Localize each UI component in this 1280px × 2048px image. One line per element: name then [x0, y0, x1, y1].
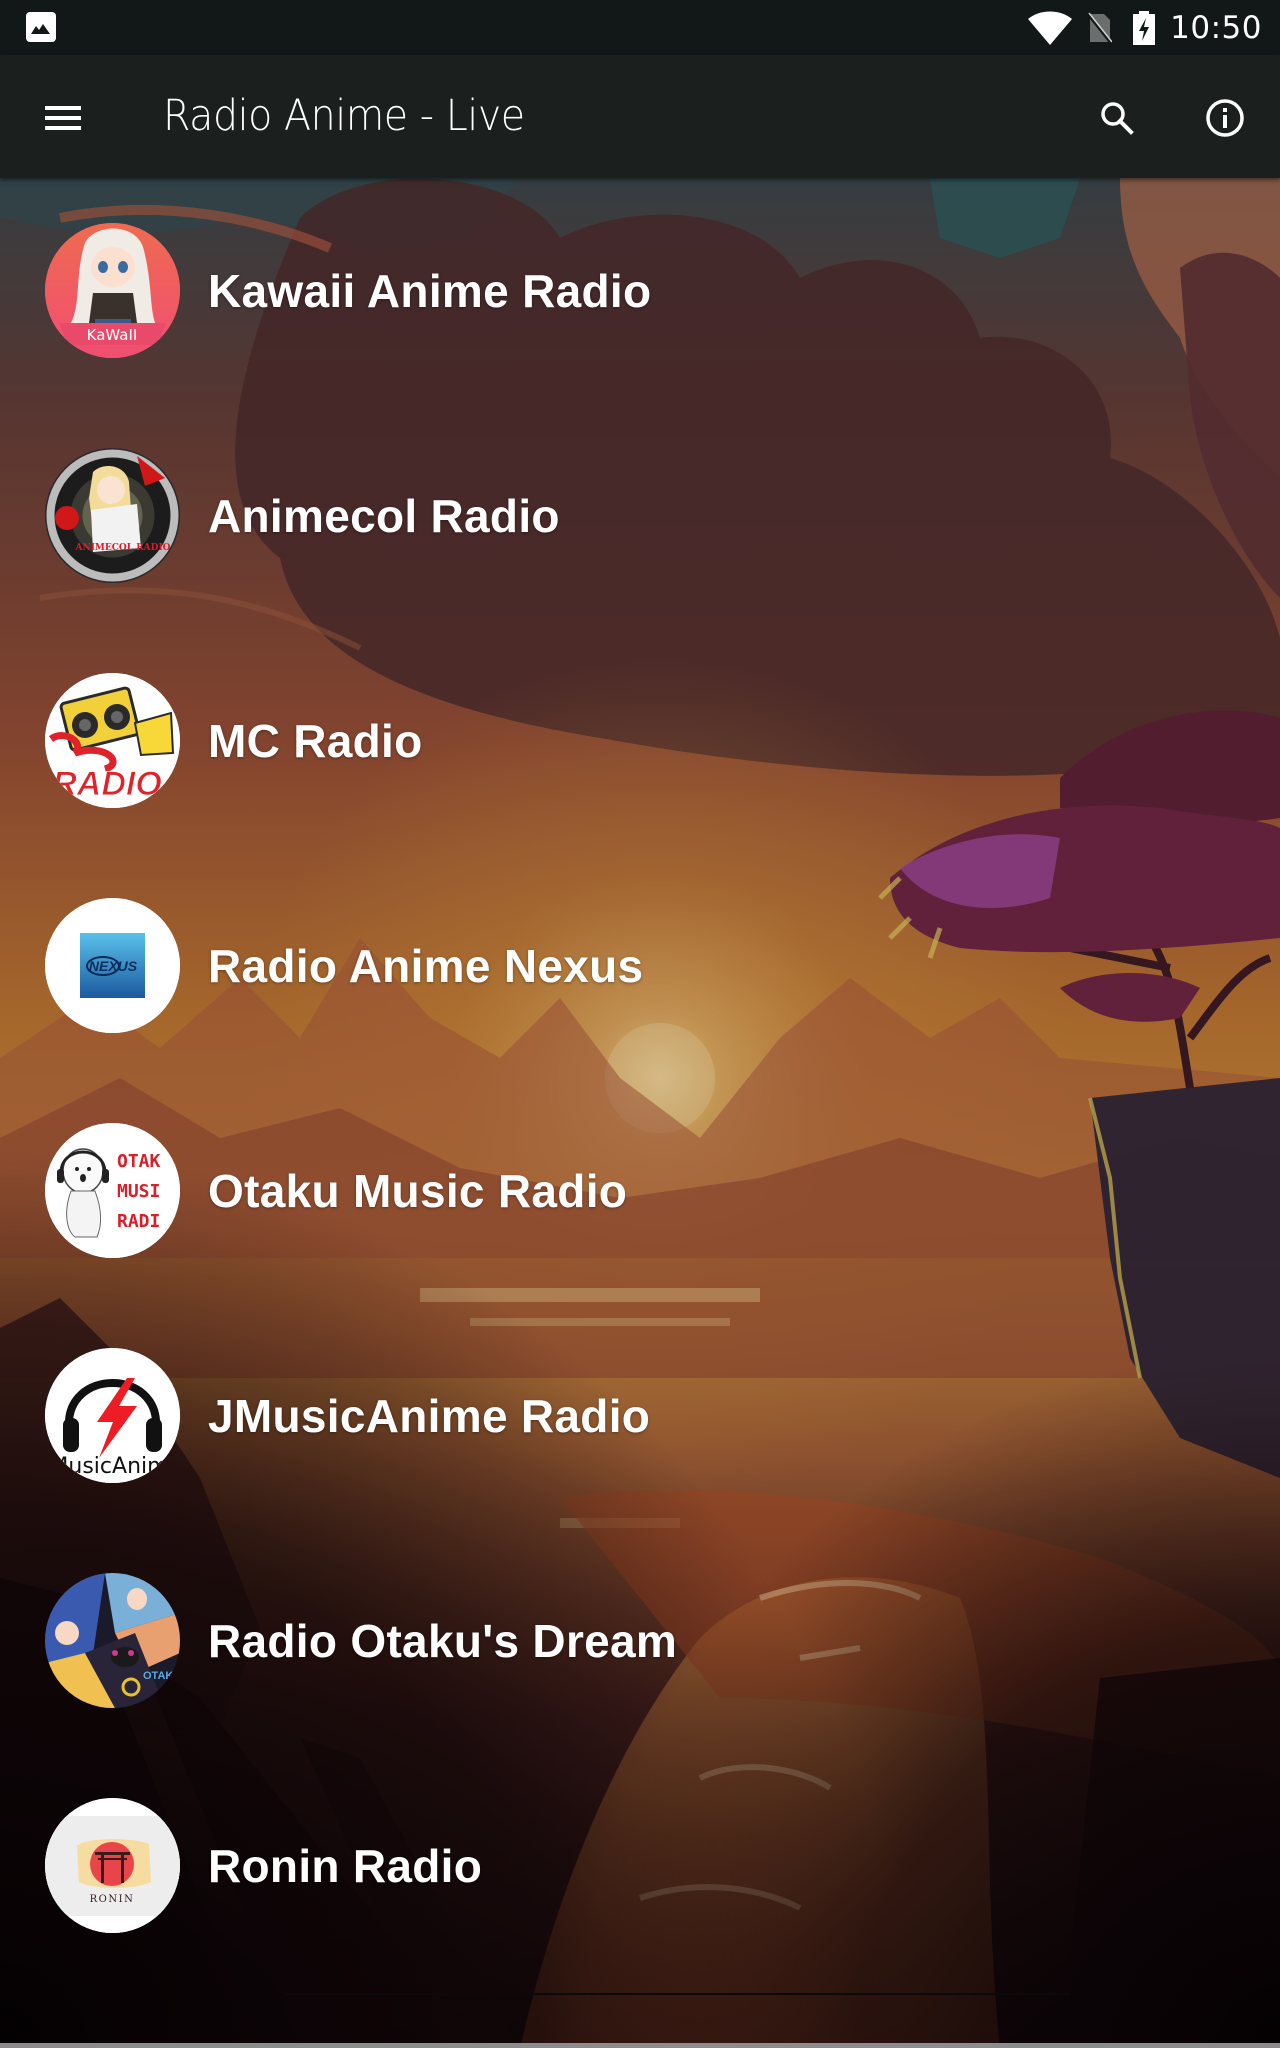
station-item-mc-radio[interactable]: RADIO MC Radio	[0, 628, 1280, 853]
svg-text:OTAKU DREAM: OTAKU DREAM	[143, 1670, 180, 1682]
station-logo-jmusicanime: MusicAnim	[45, 1348, 180, 1483]
svg-text:RADI: RADI	[117, 1211, 160, 1232]
station-logo-nexus: NEXUS	[45, 898, 180, 1033]
station-item-ronin-radio[interactable]: RONIN Ronin Radio	[0, 1753, 1280, 1978]
station-name: MC Radio	[208, 715, 423, 767]
station-item-kawaii-anime-radio[interactable]: KaWaII Kawaii Anime Radio	[0, 178, 1280, 403]
wifi-icon	[1028, 11, 1073, 45]
station-item-animecol-radio[interactable]: ANIMECOL RADIO Animecol Radio	[0, 403, 1280, 628]
navigation-menu-button[interactable]	[30, 85, 96, 151]
station-name: Radio Anime Nexus	[208, 940, 644, 992]
app-title: Radio Anime - Live	[163, 91, 525, 141]
svg-text:ANIMECOL RADIO: ANIMECOL RADIO	[74, 543, 170, 553]
info-button[interactable]	[1190, 83, 1260, 153]
station-name: JMusicAnime Radio	[208, 1390, 651, 1442]
station-item-jmusicanime-radio[interactable]: MusicAnim JMusicAnime Radio	[0, 1303, 1280, 1528]
station-logo-otaku-music: OTAK MUSI RADI	[45, 1123, 180, 1258]
photo-notification-icon	[26, 12, 56, 42]
station-item-radio-otakus-dream[interactable]: OTAKU DREAM Radio Otaku's Dream	[0, 1528, 1280, 1753]
status-bar: 10:50	[0, 0, 1280, 55]
svg-text:OTAK: OTAK	[117, 1151, 161, 1172]
battery-charging-icon	[1133, 10, 1156, 45]
station-name: Ronin Radio	[208, 1840, 483, 1892]
status-icons: 10:50	[1028, 0, 1262, 55]
station-item-otaku-music-radio[interactable]: OTAK MUSI RADI Otaku Music Radio	[0, 1078, 1280, 1303]
svg-text:MusicAnim: MusicAnim	[49, 1454, 168, 1479]
station-name: Otaku Music Radio	[208, 1165, 628, 1217]
search-icon	[1101, 102, 1134, 135]
station-name: Animecol Radio	[208, 490, 560, 542]
station-logo-mc-radio: RADIO	[45, 673, 180, 808]
station-name: Kawaii Anime Radio	[208, 265, 652, 317]
svg-text:RONIN: RONIN	[90, 1894, 135, 1905]
list-bottom-divider	[285, 1993, 1070, 1995]
station-name: Radio Otaku's Dream	[208, 1615, 678, 1667]
no-sim-icon	[1086, 12, 1113, 44]
station-logo-kawaii: KaWaII	[45, 223, 180, 358]
app-bar: Radio Anime - Live	[0, 55, 1280, 178]
svg-text:MUSI: MUSI	[117, 1181, 160, 1202]
hamburger-menu-icon	[45, 106, 81, 130]
svg-text:RADIO: RADIO	[52, 765, 162, 803]
station-logo-ronin: RONIN	[45, 1798, 180, 1933]
station-item-radio-anime-nexus[interactable]: NEXUS Radio Anime Nexus	[0, 853, 1280, 1078]
station-logo-otaku-dream: OTAKU DREAM	[45, 1573, 180, 1708]
svg-text:NEXUS: NEXUS	[89, 958, 138, 974]
search-button[interactable]	[1082, 83, 1152, 153]
info-icon	[1206, 99, 1244, 137]
svg-text:KaWaII: KaWaII	[87, 326, 138, 344]
station-logo-animecol: ANIMECOL RADIO	[45, 448, 180, 583]
clock: 10:50	[1170, 9, 1262, 46]
bottom-edge-strip	[0, 2043, 1280, 2048]
